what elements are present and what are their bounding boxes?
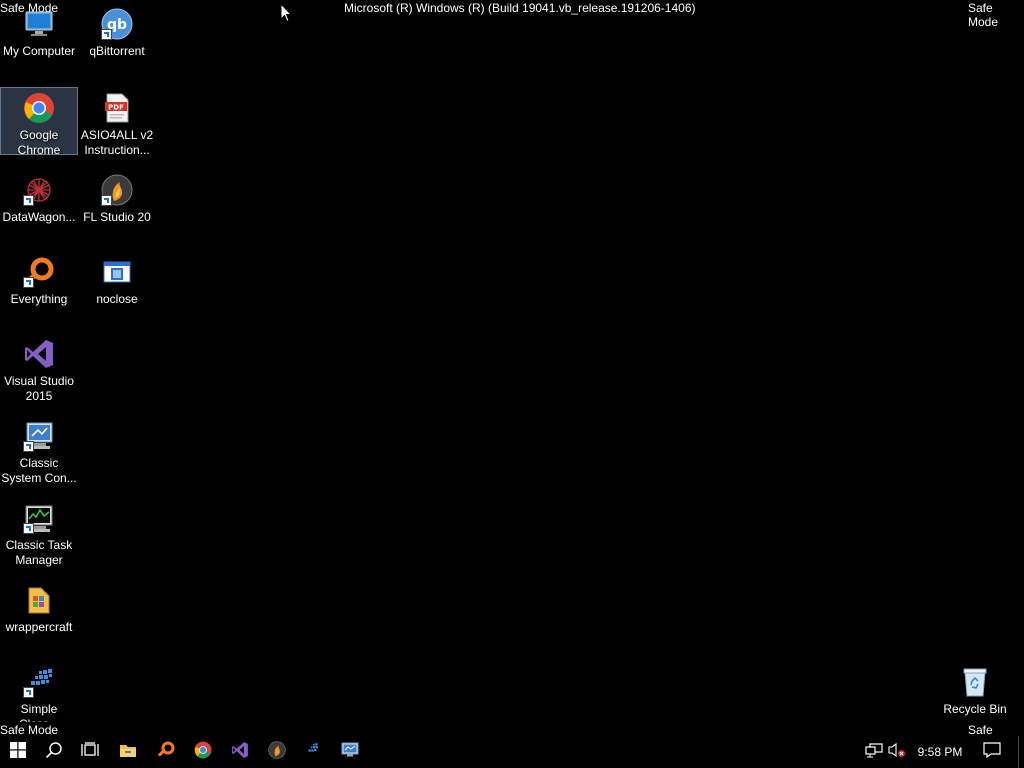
desktop-icon-asio4all[interactable]: PDF ASIO4ALL v2 Instruction... (79, 88, 155, 158)
task-view-button[interactable] (72, 736, 108, 768)
window-icon (101, 256, 133, 288)
datawagon-icon (23, 174, 55, 206)
safe-mode-top-right: Safe Mode (968, 1, 999, 29)
desktop-icon-everything[interactable]: Everything (1, 252, 77, 307)
qbittorrent-icon: qb (101, 8, 133, 40)
wrappercraft-icon (23, 584, 55, 616)
datawagon-icon (304, 741, 322, 764)
desktop-icon-label: ASIO4ALL v2 Instruction... (80, 128, 154, 157)
fl-studio-icon (101, 174, 133, 206)
start-icon (10, 741, 26, 763)
chrome-icon (194, 741, 212, 764)
taskbar-everything[interactable] (148, 736, 184, 768)
task-manager-icon (23, 502, 55, 534)
show-desktop-divider[interactable] (1018, 736, 1019, 768)
desktop-icon-qbittorrent[interactable]: qb qBittorrent (79, 4, 155, 59)
recycle-bin-icon (959, 666, 991, 698)
svg-text:PDF: PDF (108, 104, 124, 112)
task-view-icon (81, 741, 99, 763)
mouse-cursor-icon (280, 2, 293, 28)
computer-icon (23, 8, 55, 40)
desktop-icon-label: My Computer (2, 44, 76, 58)
desktop-icon-label: Simple Class... (19, 702, 59, 722)
taskbar-chrome[interactable] (185, 736, 221, 768)
desktop-icon-classic-task-manager[interactable]: Classic Task Manager (1, 498, 77, 568)
desktop-icon-noclose[interactable]: noclose (79, 252, 155, 307)
taskbar-datawagon[interactable] (295, 736, 331, 768)
chrome-icon (23, 92, 55, 124)
search-icon (45, 741, 63, 764)
tray-network[interactable] (864, 736, 884, 768)
pdf-icon: PDF (101, 92, 133, 124)
tray-volume[interactable] (887, 736, 907, 768)
desktop-icon-my-computer[interactable]: My Computer (1, 4, 77, 59)
desktop-icon-label: wrappercraft (5, 620, 73, 634)
file-explorer-icon (119, 742, 137, 763)
everything-icon (23, 256, 55, 288)
visual-studio-icon (23, 338, 55, 370)
desktop-icon-fl-studio[interactable]: FL Studio 20 (79, 170, 155, 225)
desktop-icon-label: Classic System Con... (1, 456, 77, 485)
network-icon (865, 742, 883, 763)
clock-time: 9:58 PM (917, 745, 963, 759)
simple-class-icon (23, 666, 55, 698)
taskbar: 9:58 PM (0, 736, 1024, 768)
desktop-icon-label: Recycle Bin (943, 702, 1007, 716)
remote-desktop-icon (341, 742, 359, 763)
desktop-icon-wrappercraft[interactable]: wrappercraft (1, 580, 77, 635)
safe-mode-bottom-left: Safe Mode (0, 723, 59, 737)
desktop-icon-simple-class[interactable]: Simple Class... (1, 662, 77, 722)
desktop-icon-label: Everything (10, 292, 68, 306)
fl-studio-icon (268, 740, 286, 764)
visual-studio-icon (231, 741, 249, 764)
action-center-button[interactable] (980, 736, 1004, 768)
desktop-icon-visual-studio[interactable]: Visual Studio 2015 (1, 334, 77, 404)
search-button[interactable] (36, 736, 72, 768)
volume-muted-icon (888, 742, 906, 763)
taskbar-remote-desktop[interactable] (332, 736, 368, 768)
start-button[interactable] (0, 736, 36, 768)
desktop-icon-label: Classic Task Manager (5, 538, 73, 567)
desktop-icon-label: Visual Studio 2015 (4, 374, 74, 403)
desktop-icon-label: Google Chrome (17, 128, 61, 157)
taskbar-visual-studio[interactable] (222, 736, 258, 768)
taskbar-file-explorer[interactable] (110, 736, 146, 768)
desktop-icon-label: noclose (96, 292, 138, 306)
tray-clock[interactable]: 9:58 PM (913, 736, 967, 768)
desktop-icon-classic-system-control[interactable]: Classic System Con... (1, 416, 77, 486)
control-panel-icon (23, 420, 55, 452)
taskbar-fl-studio[interactable] (259, 736, 295, 768)
desktop-icon-label: qBittorrent (89, 44, 145, 58)
desktop-icon-label: FL Studio 20 (83, 210, 151, 224)
notification-icon (983, 741, 1001, 763)
desktop-icon-label: DataWagon... (2, 210, 76, 224)
desktop-icon-google-chrome[interactable]: Google Chrome (0, 87, 78, 157)
desktop-icon-datawagon[interactable]: DataWagon... (1, 170, 77, 225)
build-info: Microsoft (R) Windows (R) (Build 19041.v… (344, 1, 696, 15)
everything-icon (157, 741, 175, 764)
desktop-icon-recycle-bin[interactable]: Recycle Bin (937, 662, 1013, 717)
